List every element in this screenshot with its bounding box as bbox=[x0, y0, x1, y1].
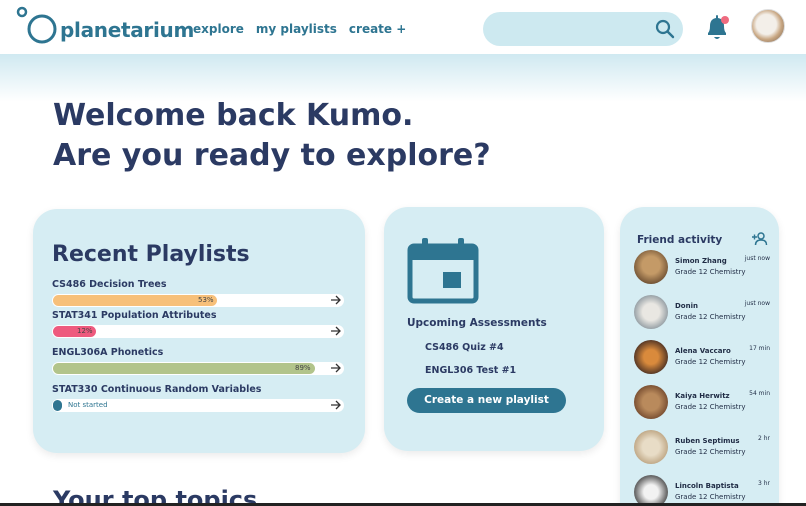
assessment-item[interactable]: CS486 Quiz #4 bbox=[425, 342, 504, 353]
playlist-item[interactable]: ENGL306A Phonetics 89% bbox=[52, 347, 346, 375]
not-started-dot bbox=[53, 400, 62, 411]
playlist-name: ENGL306A Phonetics bbox=[52, 347, 164, 358]
logo-mark-icon bbox=[16, 6, 57, 44]
friend-row[interactable]: Simon Zhang Grade 12 Chemistry just now bbox=[634, 250, 772, 286]
progress-label: 12% bbox=[77, 327, 93, 335]
friend-activity: Grade 12 Chemistry bbox=[675, 403, 746, 411]
playlist-progress-bar: 89% bbox=[52, 362, 344, 375]
main-nav: explore my playlists create + bbox=[193, 22, 406, 36]
create-playlist-button[interactable]: Create a new playlist bbox=[407, 388, 566, 413]
progress-label: 89% bbox=[295, 364, 311, 372]
recent-playlists-title: Recent Playlists bbox=[52, 242, 250, 267]
friend-time: just now bbox=[744, 300, 770, 307]
playlist-name: STAT341 Population Attributes bbox=[52, 310, 217, 321]
arrow-right-icon[interactable] bbox=[330, 324, 342, 338]
add-friend-icon[interactable] bbox=[752, 232, 768, 246]
header-shadow bbox=[0, 54, 806, 102]
friend-activity: Grade 12 Chemistry bbox=[675, 493, 746, 501]
friend-activity: Grade 12 Chemistry bbox=[675, 268, 746, 276]
friend-name: Simon Zhang bbox=[675, 257, 727, 265]
friend-activity: Grade 12 Chemistry bbox=[675, 358, 746, 366]
progress-label: 53% bbox=[198, 296, 214, 304]
friend-time: just now bbox=[744, 255, 770, 262]
bell-icon[interactable] bbox=[704, 14, 730, 42]
playlist-progress-bar: Not started bbox=[52, 399, 344, 412]
search-input[interactable] bbox=[483, 12, 683, 46]
arrow-right-icon[interactable] bbox=[330, 293, 342, 307]
friend-time: 3 hr bbox=[758, 480, 770, 487]
friend-activity-title: Friend activity bbox=[637, 234, 723, 246]
friend-name: Alena Vaccaro bbox=[675, 347, 731, 355]
friend-avatar bbox=[634, 250, 668, 284]
friend-name: Donin bbox=[675, 302, 698, 310]
playlist-name: CS486 Decision Trees bbox=[52, 279, 167, 290]
calendar-icon bbox=[407, 238, 479, 304]
friend-time: 2 hr bbox=[758, 435, 770, 442]
assessment-item[interactable]: ENGL306 Test #1 bbox=[425, 365, 516, 376]
user-avatar[interactable] bbox=[751, 9, 785, 43]
friend-row[interactable]: Ruben Septimus Grade 12 Chemistry 2 hr bbox=[634, 430, 772, 466]
friend-row[interactable]: Kaiya Herwitz Grade 12 Chemistry 54 min bbox=[634, 385, 772, 421]
search-icon[interactable] bbox=[655, 19, 675, 39]
progress-fill bbox=[53, 363, 315, 374]
playlist-progress-bar: 12% bbox=[52, 325, 344, 338]
friend-row[interactable]: Lincoln Baptista Grade 12 Chemistry 3 hr bbox=[634, 475, 772, 506]
playlist-name: STAT330 Continuous Random Variables bbox=[52, 384, 262, 395]
assessments-title: Upcoming Assessments bbox=[407, 317, 547, 329]
friend-time: 17 min bbox=[749, 345, 770, 352]
welcome-line-1: Welcome back Kumo. bbox=[53, 98, 414, 133]
playlist-item[interactable]: STAT330 Continuous Random Variables Not … bbox=[52, 384, 346, 412]
friend-avatar bbox=[634, 340, 668, 374]
playlist-progress-bar: 53% bbox=[52, 294, 344, 307]
playlist-item[interactable]: CS486 Decision Trees 53% bbox=[52, 279, 346, 307]
friend-activity: Grade 12 Chemistry bbox=[675, 448, 746, 456]
nav-create[interactable]: create + bbox=[349, 22, 406, 36]
friend-activity-card: Friend activity Simon Zhang Grade 12 Che… bbox=[620, 207, 779, 506]
arrow-right-icon[interactable] bbox=[330, 398, 342, 412]
friend-row[interactable]: Donin Grade 12 Chemistry just now bbox=[634, 295, 772, 331]
friend-avatar bbox=[634, 385, 668, 419]
nav-my-playlists[interactable]: my playlists bbox=[256, 22, 337, 36]
logo[interactable]: planetarium bbox=[16, 6, 194, 46]
friend-avatar bbox=[634, 295, 668, 329]
logo-text: planetarium bbox=[60, 18, 195, 42]
friend-name: Ruben Septimus bbox=[675, 437, 740, 445]
arrow-right-icon[interactable] bbox=[330, 361, 342, 375]
friend-activity: Grade 12 Chemistry bbox=[675, 313, 746, 321]
welcome-line-2: Are you ready to explore? bbox=[53, 138, 491, 173]
progress-label: Not started bbox=[68, 401, 108, 409]
friend-name: Kaiya Herwitz bbox=[675, 392, 730, 400]
upcoming-assessments-card: Upcoming Assessments CS486 Quiz #4 ENGL3… bbox=[384, 207, 604, 451]
friend-row[interactable]: Alena Vaccaro Grade 12 Chemistry 17 min bbox=[634, 340, 772, 376]
top-header: planetarium explore my playlists create … bbox=[0, 0, 806, 54]
friend-name: Lincoln Baptista bbox=[675, 482, 739, 490]
progress-fill bbox=[53, 295, 217, 306]
welcome-heading: Welcome back Kumo. Are you ready to expl… bbox=[53, 96, 491, 176]
playlist-item[interactable]: STAT341 Population Attributes 12% bbox=[52, 310, 346, 338]
friend-time: 54 min bbox=[749, 390, 770, 397]
recent-playlists-card: Recent Playlists CS486 Decision Trees 53… bbox=[33, 209, 365, 453]
nav-explore[interactable]: explore bbox=[193, 22, 244, 36]
friend-avatar bbox=[634, 430, 668, 464]
friend-avatar bbox=[634, 475, 668, 506]
